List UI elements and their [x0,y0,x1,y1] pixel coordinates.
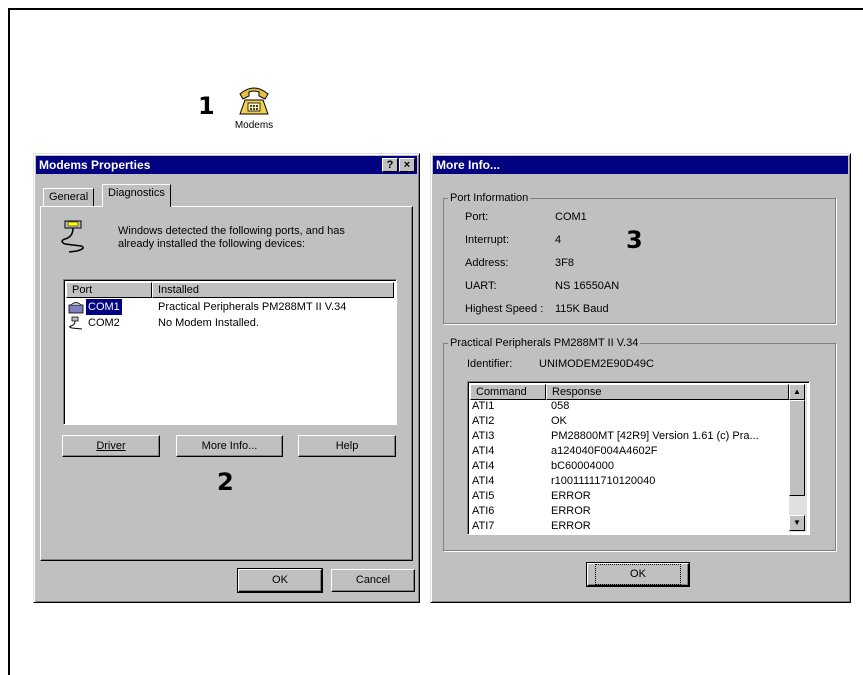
group-label: Port Information [448,192,531,204]
device-info-group: Practical Peripherals PM288MT II V.34 Id… [443,337,836,551]
command-response-list[interactable]: Command Response ATI1 058 ATI2 OK ATI3 PM2880… [467,381,810,535]
response-cell: 058 [551,400,570,412]
command-row[interactable]: ATI2 OK [472,414,786,429]
column-header-response[interactable]: Response [546,384,789,400]
more-info-label: More Info... [201,440,258,452]
close-title-button[interactable]: × [399,158,415,172]
cancel-button[interactable]: Cancel [331,569,415,592]
scroll-down-button[interactable]: ▼ [789,515,805,531]
identifier-value: UNIMODEM2E90D49C [539,358,654,370]
response-cell: OK [551,415,567,427]
callout-3: 3 [626,226,643,254]
command-cell: ATI6 [472,505,495,517]
vertical-scrollbar[interactable]: ▲ ▼ [789,384,807,532]
command-row[interactable]: ATI7 ERROR [472,519,786,534]
tab-diagnostics[interactable]: Diagnostics [102,184,171,207]
column-header-command[interactable]: Command [470,384,546,400]
more-info-titlebar[interactable]: More Info... [433,156,848,174]
speed-label: Highest Speed : [465,303,544,315]
ok-label: OK [595,564,681,585]
window-title: Modems Properties [39,158,151,172]
address-label: Address: [465,257,509,269]
modems-properties-titlebar[interactable]: Modems Properties ? × [36,156,417,174]
window-title: More Info... [436,158,500,172]
installed-device: No Modem Installed. [158,317,259,329]
command-row[interactable]: ATI5 ERROR [472,489,786,504]
more-info-window: More Info... Port Information Port: COM1… [430,153,851,603]
port-value: COM1 [555,211,587,223]
command-cell: ATI4 [472,445,495,457]
interrupt-label: Interrupt: [465,234,510,246]
command-cell: ATI5 [472,490,495,502]
telephone-icon [239,87,269,115]
more-info-button[interactable]: More Info... [176,435,283,457]
scroll-thumb[interactable] [789,400,805,496]
ok-button[interactable]: OK [237,568,323,593]
installed-device: Practical Peripherals PM288MT II V.34 [158,301,347,313]
diagnostics-panel: Windows detected the following ports, an… [40,206,413,561]
scroll-up-button[interactable]: ▲ [789,384,805,400]
frame-top-border [8,8,863,10]
callout-1: 1 [198,92,215,120]
response-cell: PM28800MT [42R9] Version 1.61 (c) Pra... [551,430,759,442]
desktop-icon-label: Modems [234,120,274,131]
group-label: Practical Peripherals PM288MT II V.34 [448,337,641,349]
command-cell: ATI3 [472,430,495,442]
interrupt-value: 4 [555,234,562,246]
identifier-label: Identifier: [467,358,513,370]
port-row-com1[interactable]: COM1 Practical Peripherals PM288MT II V.… [68,299,388,315]
response-cell: a124040F004A4602F [551,445,658,457]
help-button[interactable]: Help [298,435,396,457]
response-cell: bC60004000 [551,460,615,472]
response-cell: ERROR [551,490,591,502]
intro-text: Windows detected the following ports, an… [118,225,345,250]
port-label: Port: [465,211,489,223]
command-cell: ATI1 [472,400,495,412]
command-row[interactable]: ATI4 bC60004000 [472,459,786,474]
command-row[interactable]: ATI1 058 [472,399,786,414]
help-title-button[interactable]: ? [382,158,398,172]
command-row[interactable]: ATI4 r10011111710120040 [472,474,786,489]
desktop-icon-modems[interactable]: Modems [228,82,280,131]
help-label: Help [335,440,359,452]
response-cell: r10011111710120040 [551,475,656,487]
command-cell: ATI2 [472,415,495,427]
command-cell: ATI7 [472,520,495,532]
serial-cable-icon [61,220,84,253]
column-header-port[interactable]: Port [66,282,152,298]
response-cell: ERROR [551,505,591,517]
port-name: COM1 [86,299,122,315]
uart-value: NS 16550AN [555,280,620,292]
driver-label: Driver [96,440,126,452]
callout-2: 2 [217,468,234,496]
command-row[interactable]: ATI6 ERROR [472,504,786,519]
ports-list[interactable]: Port Installed COM1 Practical Peripheral… [63,279,397,425]
port-row-com2[interactable]: COM2 No Modem Installed. [68,315,388,331]
serial-port-icon [69,316,83,330]
command-cell: ATI4 [472,475,495,487]
driver-button[interactable]: Driver [62,435,160,457]
port-information-group: Port Information Port: COM1 Interrupt: 4… [443,192,836,324]
column-header-installed[interactable]: Installed [152,282,394,298]
speed-value: 115K Baud [555,303,609,315]
command-row[interactable]: ATI3 PM28800MT [42R9] Version 1.61 (c) Pr… [472,429,786,444]
modems-properties-window: Modems Properties ? × General Diagnostic… [33,153,420,603]
command-cell: ATI4 [472,460,495,472]
port-name: COM2 [88,317,120,329]
modem-icon [68,302,84,314]
address-value: 3F8 [555,257,574,269]
frame-left-border [8,8,10,675]
command-row[interactable]: ATI4 a124040F004A4602F [472,444,786,459]
more-info-ok-button[interactable]: OK [586,562,690,587]
uart-label: UART: [465,280,497,292]
response-cell: ERROR [551,520,591,532]
tab-general[interactable]: General [43,188,95,206]
